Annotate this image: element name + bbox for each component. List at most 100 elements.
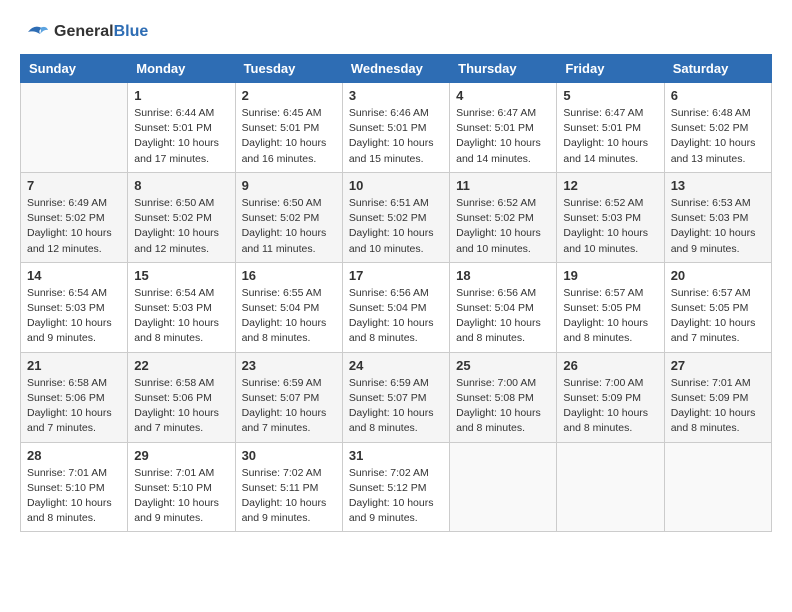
day-number: 13 (671, 178, 765, 193)
calendar-cell: 31 Sunrise: 7:02 AM Sunset: 5:12 PM Dayli… (342, 442, 449, 532)
calendar-cell (664, 442, 771, 532)
calendar-cell: 26Sunrise: 7:00 AM Sunset: 5:09 PM Dayli… (557, 352, 664, 442)
day-info: Sunrise: 7:01 AM Sunset: 5:10 PM Dayligh… (27, 466, 121, 527)
day-info: Sunrise: 7:00 AM Sunset: 5:09 PM Dayligh… (563, 376, 657, 437)
calendar-cell: 5 Sunrise: 6:47 AM Sunset: 5:01 PM Daylig… (557, 83, 664, 173)
day-info: Sunrise: 6:59 AM Sunset: 5:07 PM Dayligh… (349, 376, 443, 437)
day-info: Sunrise: 6:52 AM Sunset: 5:02 PM Dayligh… (456, 196, 550, 257)
day-info: Sunrise: 6:46 AM Sunset: 5:01 PM Dayligh… (349, 106, 443, 167)
day-info: Sunrise: 6:55 AM Sunset: 5:04 PM Dayligh… (242, 286, 336, 347)
calendar-cell: 17 Sunrise: 6:56 AM Sunset: 5:04 PM Dayli… (342, 262, 449, 352)
calendar-cell: 28 Sunrise: 7:01 AM Sunset: 5:10 PM Dayli… (21, 442, 128, 532)
calendar-cell: 12Sunrise: 6:52 AM Sunset: 5:03 PM Dayli… (557, 172, 664, 262)
calendar-cell: 2 Sunrise: 6:45 AM Sunset: 5:01 PM Daylig… (235, 83, 342, 173)
calendar-cell: 8Sunrise: 6:50 AM Sunset: 5:02 PM Daylig… (128, 172, 235, 262)
calendar-cell: 20 Sunrise: 6:57 AM Sunset: 5:05 PM Dayli… (664, 262, 771, 352)
day-info: Sunrise: 6:50 AM Sunset: 5:02 PM Dayligh… (134, 196, 228, 257)
day-number: 2 (242, 88, 336, 103)
calendar-cell: 1 Sunrise: 6:44 AM Sunset: 5:01 PM Daylig… (128, 83, 235, 173)
day-info: Sunrise: 6:49 AM Sunset: 5:02 PM Dayligh… (27, 196, 121, 257)
day-info: Sunrise: 7:02 AM Sunset: 5:12 PM Dayligh… (349, 466, 443, 527)
column-header-saturday: Saturday (664, 55, 771, 83)
day-number: 17 (349, 268, 443, 283)
day-number: 1 (134, 88, 228, 103)
calendar-cell: 3 Sunrise: 6:46 AM Sunset: 5:01 PM Daylig… (342, 83, 449, 173)
day-number: 25 (456, 358, 550, 373)
calendar-cell: 29Sunrise: 7:01 AM Sunset: 5:10 PM Dayli… (128, 442, 235, 532)
day-info: Sunrise: 6:47 AM Sunset: 5:01 PM Dayligh… (563, 106, 657, 167)
day-info: Sunrise: 6:54 AM Sunset: 5:03 PM Dayligh… (27, 286, 121, 347)
week-row-2: 7 Sunrise: 6:49 AM Sunset: 5:02 PM Daylig… (21, 172, 772, 262)
calendar-cell: 11 Sunrise: 6:52 AM Sunset: 5:02 PM Dayli… (450, 172, 557, 262)
calendar-cell: 14 Sunrise: 6:54 AM Sunset: 5:03 PM Dayli… (21, 262, 128, 352)
calendar-cell: 30 Sunrise: 7:02 AM Sunset: 5:11 PM Dayli… (235, 442, 342, 532)
day-number: 28 (27, 448, 121, 463)
logo: GeneralBlue (20, 20, 148, 44)
day-number: 29 (134, 448, 228, 463)
day-number: 21 (27, 358, 121, 373)
calendar-cell: 21 Sunrise: 6:58 AM Sunset: 5:06 PM Dayli… (21, 352, 128, 442)
day-info: Sunrise: 7:02 AM Sunset: 5:11 PM Dayligh… (242, 466, 336, 527)
day-number: 6 (671, 88, 765, 103)
day-info: Sunrise: 6:59 AM Sunset: 5:07 PM Dayligh… (242, 376, 336, 437)
calendar-cell: 10 Sunrise: 6:51 AM Sunset: 5:02 PM Dayli… (342, 172, 449, 262)
day-info: Sunrise: 6:57 AM Sunset: 5:05 PM Dayligh… (671, 286, 765, 347)
day-number: 3 (349, 88, 443, 103)
header-row: SundayMondayTuesdayWednesdayThursdayFrid… (21, 55, 772, 83)
column-header-sunday: Sunday (21, 55, 128, 83)
day-number: 27 (671, 358, 765, 373)
day-info: Sunrise: 6:58 AM Sunset: 5:06 PM Dayligh… (134, 376, 228, 437)
page-header: GeneralBlue (20, 20, 772, 44)
day-info: Sunrise: 6:47 AM Sunset: 5:01 PM Dayligh… (456, 106, 550, 167)
calendar-cell: 22Sunrise: 6:58 AM Sunset: 5:06 PM Dayli… (128, 352, 235, 442)
column-header-friday: Friday (557, 55, 664, 83)
column-header-tuesday: Tuesday (235, 55, 342, 83)
calendar-cell: 7 Sunrise: 6:49 AM Sunset: 5:02 PM Daylig… (21, 172, 128, 262)
calendar-cell: 19 Sunrise: 6:57 AM Sunset: 5:05 PM Dayli… (557, 262, 664, 352)
calendar-cell: 23 Sunrise: 6:59 AM Sunset: 5:07 PM Dayli… (235, 352, 342, 442)
day-info: Sunrise: 6:44 AM Sunset: 5:01 PM Dayligh… (134, 106, 228, 167)
calendar-cell: 6Sunrise: 6:48 AM Sunset: 5:02 PM Daylig… (664, 83, 771, 173)
day-number: 14 (27, 268, 121, 283)
calendar-cell: 24Sunrise: 6:59 AM Sunset: 5:07 PM Dayli… (342, 352, 449, 442)
day-info: Sunrise: 6:53 AM Sunset: 5:03 PM Dayligh… (671, 196, 765, 257)
calendar-cell: 4 Sunrise: 6:47 AM Sunset: 5:01 PM Daylig… (450, 83, 557, 173)
day-number: 11 (456, 178, 550, 193)
week-row-3: 14 Sunrise: 6:54 AM Sunset: 5:03 PM Dayli… (21, 262, 772, 352)
column-header-monday: Monday (128, 55, 235, 83)
day-info: Sunrise: 6:45 AM Sunset: 5:01 PM Dayligh… (242, 106, 336, 167)
day-info: Sunrise: 6:56 AM Sunset: 5:04 PM Dayligh… (349, 286, 443, 347)
day-number: 15 (134, 268, 228, 283)
logo-icon (20, 20, 50, 44)
day-number: 20 (671, 268, 765, 283)
day-number: 31 (349, 448, 443, 463)
day-number: 30 (242, 448, 336, 463)
calendar-cell: 13 Sunrise: 6:53 AM Sunset: 5:03 PM Dayli… (664, 172, 771, 262)
day-info: Sunrise: 6:50 AM Sunset: 5:02 PM Dayligh… (242, 196, 336, 257)
calendar-cell: 15Sunrise: 6:54 AM Sunset: 5:03 PM Dayli… (128, 262, 235, 352)
day-number: 7 (27, 178, 121, 193)
day-number: 5 (563, 88, 657, 103)
week-row-4: 21 Sunrise: 6:58 AM Sunset: 5:06 PM Dayli… (21, 352, 772, 442)
calendar-cell: 27Sunrise: 7:01 AM Sunset: 5:09 PM Dayli… (664, 352, 771, 442)
calendar-cell (450, 442, 557, 532)
day-info: Sunrise: 6:57 AM Sunset: 5:05 PM Dayligh… (563, 286, 657, 347)
day-info: Sunrise: 6:51 AM Sunset: 5:02 PM Dayligh… (349, 196, 443, 257)
calendar-cell (21, 83, 128, 173)
day-number: 10 (349, 178, 443, 193)
calendar-cell: 25Sunrise: 7:00 AM Sunset: 5:08 PM Dayli… (450, 352, 557, 442)
column-header-thursday: Thursday (450, 55, 557, 83)
day-number: 9 (242, 178, 336, 193)
day-info: Sunrise: 6:52 AM Sunset: 5:03 PM Dayligh… (563, 196, 657, 257)
day-number: 23 (242, 358, 336, 373)
day-number: 18 (456, 268, 550, 283)
day-info: Sunrise: 6:56 AM Sunset: 5:04 PM Dayligh… (456, 286, 550, 347)
week-row-1: 1 Sunrise: 6:44 AM Sunset: 5:01 PM Daylig… (21, 83, 772, 173)
day-number: 4 (456, 88, 550, 103)
day-info: Sunrise: 6:58 AM Sunset: 5:06 PM Dayligh… (27, 376, 121, 437)
day-number: 19 (563, 268, 657, 283)
column-header-wednesday: Wednesday (342, 55, 449, 83)
calendar-body: 1 Sunrise: 6:44 AM Sunset: 5:01 PM Daylig… (21, 83, 772, 532)
day-number: 16 (242, 268, 336, 283)
calendar-header: SundayMondayTuesdayWednesdayThursdayFrid… (21, 55, 772, 83)
